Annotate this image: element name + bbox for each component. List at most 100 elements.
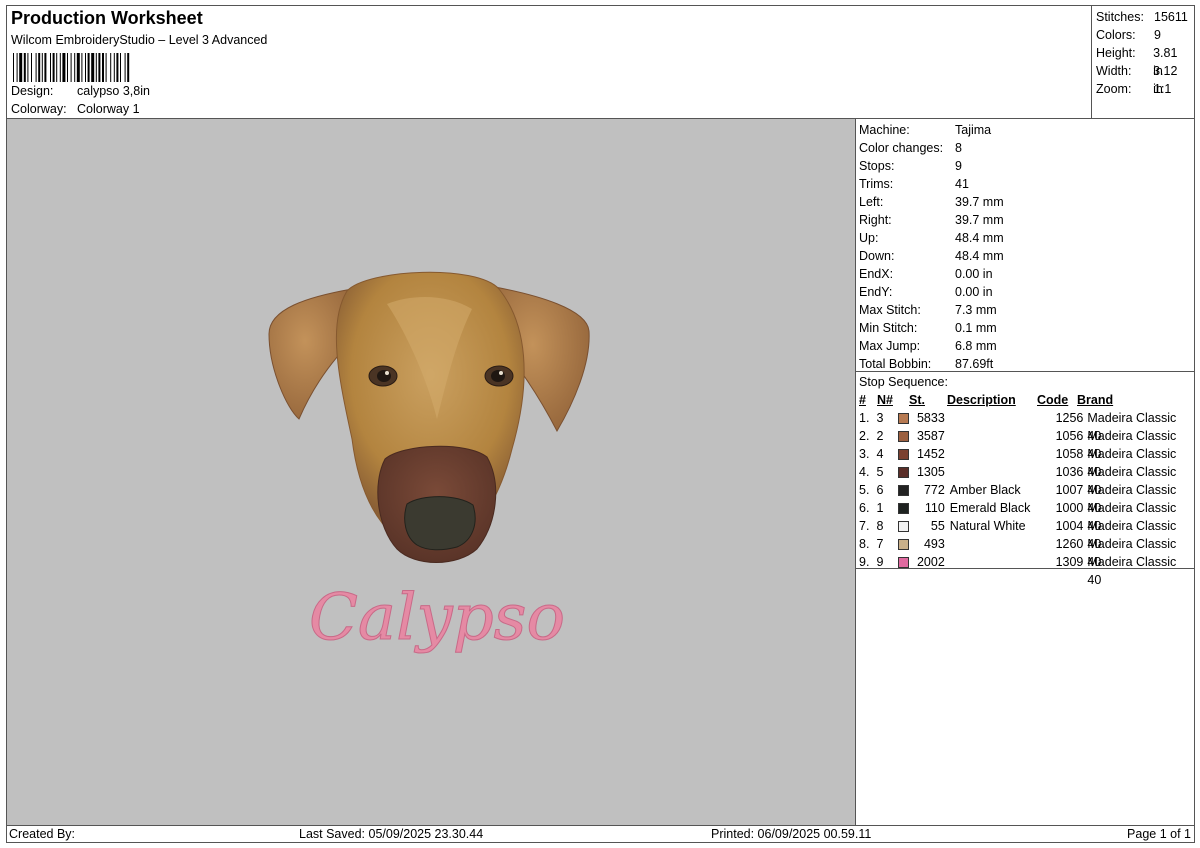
- stop-brand: Madeira Classic 40: [1087, 501, 1177, 533]
- stop-needle: 5: [876, 465, 884, 479]
- stat-row: Zoom: 1:1: [1096, 80, 1190, 98]
- color-swatch: [898, 463, 914, 481]
- stop-index: 8.: [859, 537, 870, 551]
- stat-label: Stitches:: [1096, 10, 1144, 24]
- stop-index: 7.: [859, 519, 870, 533]
- dog-head-icon: [268, 271, 590, 563]
- stat-label: Zoom:: [1096, 82, 1132, 96]
- design-label: Design:: [11, 84, 54, 98]
- col-header-code: Code: [1037, 393, 1069, 407]
- barcode: [13, 53, 130, 82]
- worksheet-header: Production Worksheet Wilcom EmbroiderySt…: [6, 5, 1092, 119]
- col-header-index: #: [859, 393, 866, 407]
- colorway-label: Colorway:: [11, 102, 67, 116]
- info-value: 39.7 mm: [955, 195, 1004, 209]
- stop-needle: 1: [876, 501, 884, 515]
- stop-brand: Madeira Classic 40: [1087, 429, 1177, 461]
- color-swatch: [898, 409, 914, 427]
- machine-info-row: EndX: 0.00 in: [859, 265, 1191, 283]
- machine-info-row: Stops: 9: [859, 157, 1191, 175]
- info-value: 48.4 mm: [955, 231, 1004, 245]
- stop-needle: 7: [876, 537, 884, 551]
- stat-label: Height:: [1096, 46, 1136, 60]
- stop-needle: 3: [876, 411, 884, 425]
- stop-code: 1056: [1055, 429, 1084, 443]
- machine-info-row: Max Jump: 6.8 mm: [859, 337, 1191, 355]
- stop-needle: 6: [876, 483, 884, 497]
- stop-index: 3.: [859, 447, 870, 461]
- stop-code: 1004: [1055, 519, 1084, 533]
- stop-stitches: 5833: [916, 411, 945, 425]
- stat-row: Height: 3.81 in: [1096, 44, 1190, 78]
- stop-brand: Madeira Classic 40: [1087, 519, 1177, 551]
- info-label: Up:: [859, 231, 879, 245]
- info-label: Left:: [859, 195, 884, 209]
- last-saved: Last Saved: 05/09/2025 23.30.44: [299, 827, 484, 841]
- stop-row: 3. 4 1452 1058 Madeira Classic 40: [859, 445, 1191, 479]
- stop-index: 5.: [859, 483, 870, 497]
- worksheet-footer: Created By: Last Saved: 05/09/2025 23.30…: [6, 825, 1195, 843]
- stop-description: Emerald Black: [949, 501, 1031, 515]
- info-value: Tajima: [955, 123, 992, 137]
- stop-description: Amber Black: [949, 483, 1021, 497]
- color-swatch: [898, 445, 914, 463]
- stop-needle: 2: [876, 429, 884, 443]
- machine-info-row: Left: 39.7 mm: [859, 193, 1191, 211]
- stop-brand: Madeira Classic 40: [1087, 537, 1177, 569]
- machine-info-row: Machine: Tajima: [859, 121, 1191, 139]
- stop-sequence-title: Stop Sequence:: [859, 375, 948, 389]
- stop-code: 1058: [1055, 447, 1084, 461]
- stop-code: 1256: [1055, 411, 1084, 425]
- machine-info-row: Min Stitch: 0.1 mm: [859, 319, 1191, 337]
- worksheet-title: Production Worksheet: [11, 8, 203, 28]
- stop-row: 7. 8 55 Natural White 1004 Madeira Classic 40: [859, 517, 1191, 551]
- stop-row: 5. 6 772 Amber Black 1007 Madeira Classic 40: [859, 481, 1191, 515]
- color-swatch: [898, 481, 914, 499]
- stop-needle: 8: [876, 519, 884, 533]
- stop-description: [945, 535, 1033, 553]
- stop-brand: Madeira Classic 40: [1087, 411, 1177, 443]
- design-preview: Calypso: [6, 118, 856, 826]
- machine-info-row: Color changes: 8: [859, 139, 1191, 157]
- col-header-stitches: St.: [909, 393, 925, 407]
- info-label: Right:: [859, 213, 892, 227]
- stats-box: Stitches: 15611 Colors: 9 Height: 3.81 in Widt…: [1091, 5, 1195, 119]
- color-swatch: [898, 535, 914, 553]
- stop-stitches: 110: [924, 501, 945, 515]
- info-label: Min Stitch:: [859, 321, 918, 335]
- stop-stitches: 493: [923, 537, 945, 551]
- design-value: calypso 3,8in: [77, 84, 150, 98]
- stop-brand: Madeira Classic 40: [1087, 447, 1177, 479]
- page-number: Page 1 of 1: [1127, 827, 1191, 841]
- info-value: 0.1 mm: [955, 321, 997, 335]
- info-value: 8: [955, 141, 962, 155]
- info-label: Down:: [859, 249, 895, 263]
- stat-value: 1:1: [1154, 82, 1172, 96]
- stop-stitches: 55: [930, 519, 945, 533]
- stop-description: [945, 445, 1033, 463]
- stat-row: Colors: 9: [1096, 26, 1190, 44]
- stop-row: 8. 7 493 1260 Madeira Classic 40: [859, 535, 1191, 569]
- info-label: Max Stitch:: [859, 303, 921, 317]
- info-value: 0.00 in: [955, 285, 993, 299]
- stop-index: 2.: [859, 429, 870, 443]
- stop-code: 1007: [1055, 483, 1084, 497]
- stat-value: 3.12 in: [1153, 64, 1178, 96]
- stop-stitches: 1452: [916, 447, 945, 461]
- stat-label: Width:: [1096, 64, 1132, 78]
- stat-value: 15611: [1154, 10, 1188, 24]
- machine-info-panel: Machine: Tajima Color changes: 8 Stops: 9 Trim…: [855, 118, 1195, 826]
- stop-index: 1.: [859, 411, 870, 425]
- machine-info-row: Max Stitch: 7.3 mm: [859, 301, 1191, 319]
- embroidered-name-text: Calypso: [309, 581, 565, 655]
- info-value: 6.8 mm: [955, 339, 997, 353]
- stop-brand: Madeira Classic 40: [1087, 483, 1177, 515]
- info-value: 9: [955, 159, 962, 173]
- stop-stitches: 1305: [916, 465, 945, 479]
- stat-value: 9: [1154, 28, 1161, 42]
- stop-needle: 4: [876, 447, 884, 461]
- stop-code: 1000: [1055, 501, 1084, 515]
- stop-description: Natural White: [949, 519, 1026, 533]
- stop-row: 2. 2 3587 1056 Madeira Classic 40: [859, 427, 1191, 461]
- stop-brand: Madeira Classic 40: [1087, 465, 1177, 497]
